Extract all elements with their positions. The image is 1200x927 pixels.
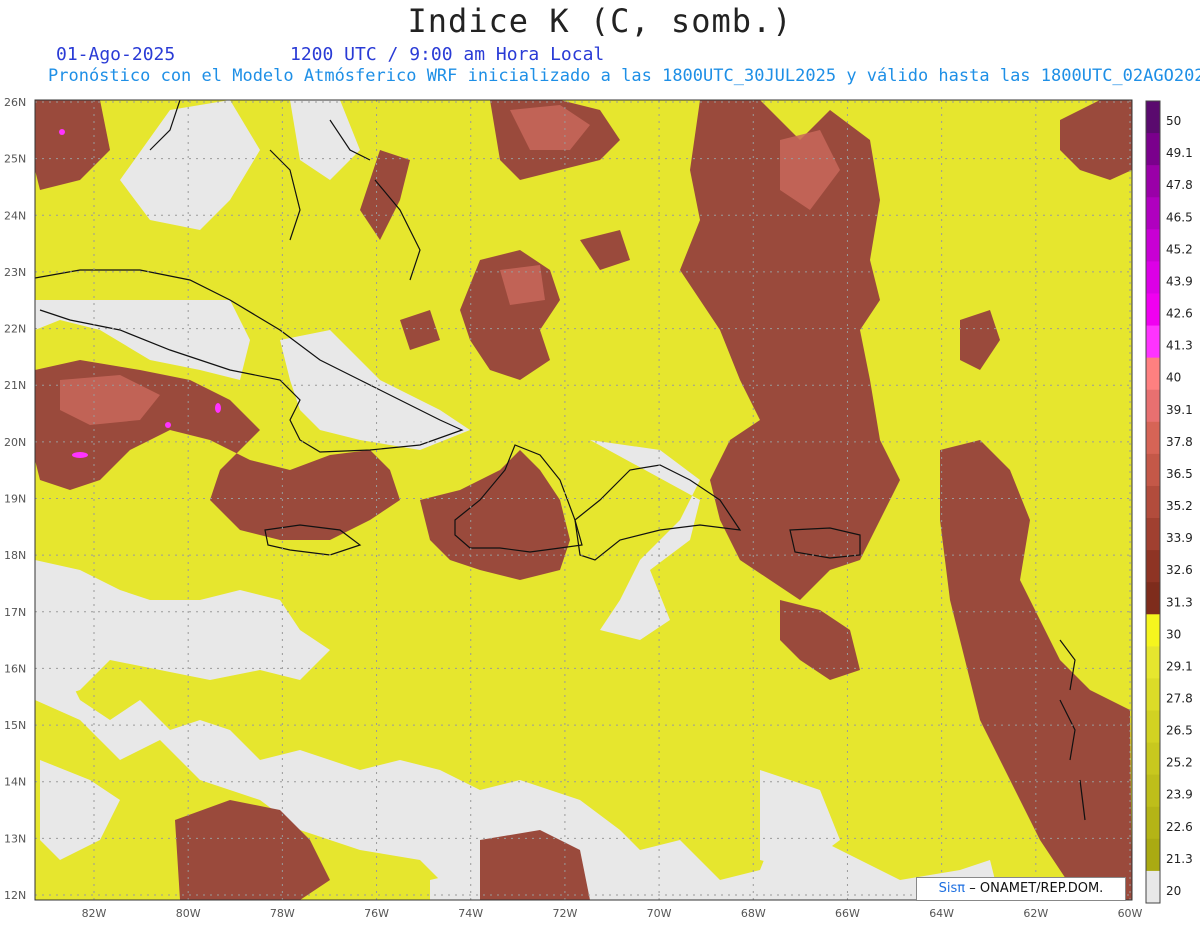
credit-text: – ONAMET/REP.DOM. xyxy=(969,881,1104,896)
colorbar-label: 21.3 xyxy=(1166,852,1193,866)
colorbar-swatch xyxy=(1146,550,1160,583)
lon-label: 82W xyxy=(82,907,107,920)
colorbar-swatch xyxy=(1146,774,1160,808)
colorbar-label: 42.6 xyxy=(1166,307,1193,321)
lon-label: 80W xyxy=(176,907,201,920)
colorbar-label: 33.9 xyxy=(1166,531,1193,545)
colorbar-swatch xyxy=(1146,229,1160,262)
colorbar-label: 46.5 xyxy=(1166,210,1193,224)
colorbar-swatch xyxy=(1146,742,1160,776)
credit-box: Sisπ – ONAMET/REP.DOM. xyxy=(916,877,1126,901)
lat-label: 23N xyxy=(4,266,26,279)
lon-label: 66W xyxy=(835,907,860,920)
lat-label: 16N xyxy=(4,662,26,675)
colorbar-swatch xyxy=(1146,838,1160,872)
colorbar-swatch xyxy=(1146,710,1160,744)
lon-label: 70W xyxy=(647,907,672,920)
map-fields xyxy=(35,100,1132,900)
lat-label: 18N xyxy=(4,549,26,562)
lon-label: 72W xyxy=(552,907,577,920)
colorbar-swatch xyxy=(1146,646,1160,679)
colorbar-label: 36.5 xyxy=(1166,467,1193,481)
colorbar-label: 50 xyxy=(1166,114,1181,128)
colorbar-swatch xyxy=(1146,806,1160,840)
lon-label: 74W xyxy=(458,907,483,920)
colorbar-label: 29.1 xyxy=(1166,659,1193,673)
lon-label: 68W xyxy=(741,907,766,920)
longitude-labels: 82W 80W 78W 76W 74W 72W 70W 68W 66W 64W 62W 60W xyxy=(82,907,1143,920)
lon-label: 76W xyxy=(364,907,389,920)
colorbar-label: 37.8 xyxy=(1166,435,1193,449)
colorbar-swatch xyxy=(1146,293,1160,327)
colorbar-swatch xyxy=(1146,485,1160,519)
colorbar-label: 27.8 xyxy=(1166,692,1193,706)
lat-label: 13N xyxy=(4,832,26,845)
colorbar-swatch xyxy=(1146,518,1160,551)
colorbar-swatch xyxy=(1146,421,1160,455)
colorbar-swatch xyxy=(1146,678,1160,712)
colorbar-label: 25.2 xyxy=(1166,756,1193,770)
lat-label: 15N xyxy=(4,719,26,732)
lat-label: 24N xyxy=(4,209,26,222)
colorbar-swatch xyxy=(1146,582,1160,615)
lat-label: 19N xyxy=(4,493,26,506)
colorbar-label: 43.9 xyxy=(1166,274,1193,288)
colorbar-swatch xyxy=(1146,614,1160,647)
lat-label: 17N xyxy=(4,606,26,619)
colorbar-swatch xyxy=(1146,870,1160,904)
colorbar-swatch xyxy=(1146,133,1160,166)
lat-label: 25N xyxy=(4,153,26,166)
lat-label: 14N xyxy=(4,776,26,789)
lat-label: 12N xyxy=(4,889,26,902)
colorbar-label: 26.5 xyxy=(1166,724,1193,738)
lat-label: 22N xyxy=(4,323,26,336)
k-index-map: 26N 25N 24N 23N 22N 21N 20N 19N 18N 17N 16N 15N 14N 1… xyxy=(4,96,1193,920)
colorbar-label: 32.6 xyxy=(1166,563,1193,577)
colorbar-label: 41.3 xyxy=(1166,339,1193,353)
colorbar-swatch xyxy=(1146,357,1160,391)
colorbar-label: 22.6 xyxy=(1166,820,1193,834)
colorbar-label: 23.9 xyxy=(1166,788,1193,802)
lat-label: 26N xyxy=(4,96,26,109)
latitude-labels: 26N 25N 24N 23N 22N 21N 20N 19N 18N 17N 16N 15N 14N 1… xyxy=(4,96,26,902)
colorbar-label: 49.1 xyxy=(1166,146,1193,160)
colorbar-label: 20 xyxy=(1166,884,1181,898)
colorbar-label: 30 xyxy=(1166,627,1181,641)
colorbar: 50 49.1 47.8 46.5 45.2 43.9 42.6 41.3 40 39.1 37.8… xyxy=(1145,100,1193,904)
colorbar-swatch xyxy=(1146,325,1160,359)
lon-label: 64W xyxy=(929,907,954,920)
colorbar-label: 45.2 xyxy=(1166,242,1193,256)
colorbar-swatch xyxy=(1146,453,1160,487)
colorbar-label: 39.1 xyxy=(1166,403,1193,417)
colorbar-label: 35.2 xyxy=(1166,499,1193,513)
colorbar-swatch xyxy=(1146,165,1160,198)
lon-label: 62W xyxy=(1023,907,1048,920)
brand-label: Sisπ xyxy=(938,881,966,896)
colorbar-swatch xyxy=(1146,101,1160,134)
lon-label: 78W xyxy=(270,907,295,920)
colorbar-swatch xyxy=(1146,389,1160,423)
colorbar-swatch xyxy=(1146,261,1160,294)
lat-label: 20N xyxy=(4,436,26,449)
colorbar-label: 47.8 xyxy=(1166,178,1193,192)
lat-label: 21N xyxy=(4,379,26,392)
colorbar-label: 40 xyxy=(1166,371,1181,385)
colorbar-swatch xyxy=(1146,197,1160,230)
lon-label: 60W xyxy=(1118,907,1143,920)
colorbar-label: 31.3 xyxy=(1166,595,1193,609)
